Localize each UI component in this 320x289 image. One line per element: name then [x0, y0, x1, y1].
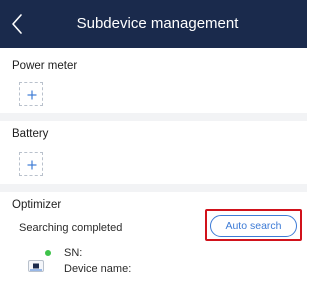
device-name-label: Device name:	[64, 263, 132, 275]
section-divider	[0, 184, 307, 192]
optimizer-device-item[interactable]: SN: Device name:	[0, 246, 307, 286]
plus-icon	[27, 90, 37, 100]
section-divider	[0, 113, 307, 121]
subdevice-management-screen: Subdevice management Power meter Battery…	[0, 0, 307, 289]
power-meter-title: Power meter	[12, 60, 78, 72]
page-title: Subdevice management	[76, 15, 239, 32]
online-status-dot	[45, 250, 51, 256]
battery-title: Battery	[12, 128, 49, 140]
plus-icon	[27, 160, 37, 170]
header-bar: Subdevice management	[0, 0, 307, 48]
optimizer-device-icon	[28, 260, 44, 272]
search-status-text: Searching completed	[19, 222, 123, 234]
device-sn-label: SN:	[64, 247, 83, 259]
add-battery-button[interactable]	[19, 152, 43, 176]
add-power-meter-button[interactable]	[19, 82, 43, 106]
optimizer-title: Optimizer	[12, 199, 62, 211]
auto-search-button[interactable]: Auto search	[210, 215, 297, 237]
